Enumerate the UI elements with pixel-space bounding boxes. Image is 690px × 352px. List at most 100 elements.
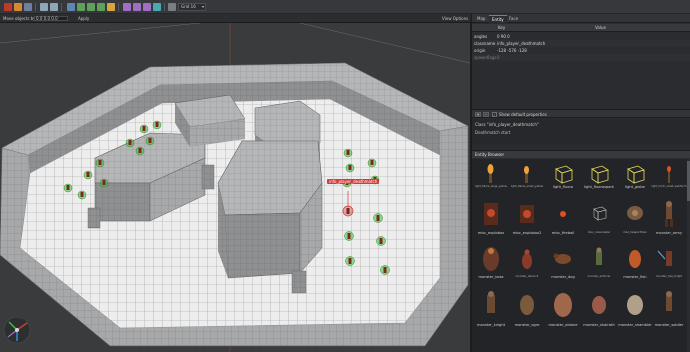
tab-map[interactable]: Map: [474, 15, 488, 23]
shambler-monster-icon: [627, 295, 643, 315]
entity-tile[interactable]: monster_dog: [546, 243, 580, 283]
entity-tile[interactable]: monster_oldone: [546, 287, 580, 331]
hell-knight-monster-icon: [657, 250, 672, 266]
toolbar-divider: [164, 3, 165, 11]
save-icon[interactable]: [24, 3, 32, 11]
entity-tile-label: monster_dog: [551, 275, 575, 279]
entity-tile[interactable]: light_fluorospark: [582, 163, 616, 193]
boss-monster-icon: [483, 247, 499, 271]
knight-monster-icon: [487, 291, 495, 313]
light-box-icon: [591, 165, 609, 184]
noisemaker-icon: [593, 206, 607, 221]
entity-tile-label: light_flame_small_yellow: [510, 185, 544, 188]
edge-icon[interactable]: [133, 3, 141, 11]
entity-tile[interactable]: monster_knight: [474, 287, 508, 331]
new-map-icon[interactable]: [4, 3, 12, 11]
remove-property-button[interactable]: -: [483, 112, 489, 117]
demon-monster-icon: [522, 249, 532, 269]
chevron-down-icon: ▾: [201, 4, 204, 9]
key-column-header[interactable]: Key: [498, 24, 505, 32]
fish-monster-icon: [629, 250, 641, 268]
entity-tile[interactable]: light_flame_small_yellow: [510, 163, 544, 193]
property-value[interactable]: -128 -576 -128: [497, 47, 527, 54]
open-icon[interactable]: [14, 3, 22, 11]
add-property-button[interactable]: +: [475, 112, 481, 117]
property-value[interactable]: 0 90 0: [497, 33, 510, 40]
show-defaults-label: Show default properties: [499, 112, 547, 117]
oldone-monster-icon: [554, 293, 572, 317]
fireball-icon: [560, 211, 566, 217]
face-icon[interactable]: [143, 3, 151, 11]
grid-size-select[interactable]: Grid 16 ▾: [178, 3, 206, 11]
entity-tile[interactable]: monster_shambler: [618, 287, 652, 331]
entity-tile[interactable]: light_flame_large_yellow: [474, 163, 508, 193]
property-key: origin: [474, 48, 486, 53]
entity-tile[interactable]: light_globe: [618, 163, 652, 193]
class-description: Class "info_player_deathmatch": [475, 122, 539, 127]
clip-icon[interactable]: [107, 3, 115, 11]
property-row[interactable]: angles 0 90 0: [472, 33, 690, 40]
view-options-button[interactable]: View Options: [442, 14, 468, 23]
entity-tile[interactable]: misc_teleporttrain: [618, 197, 652, 239]
entity-tile[interactable]: monster_enforcer: [582, 243, 616, 283]
entity-tile[interactable]: monster_hell_knight: [652, 243, 686, 283]
property-table-header: Key Value: [472, 24, 690, 32]
entity-browser[interactable]: light_flame_large_yellow light_flame_sma…: [472, 159, 690, 352]
entity-tile-label: light_torch_small_walltorch: [651, 185, 687, 188]
toolbar-divider: [61, 3, 62, 11]
soldier-monster-icon: [666, 291, 672, 311]
translate-icon[interactable]: [77, 3, 85, 11]
entity-tile[interactable]: monster_fish: [618, 243, 652, 283]
property-row[interactable]: classname info_player_deathmatch: [472, 40, 690, 47]
entity-tile[interactable]: monster_ogre: [510, 287, 544, 331]
entity-browser-title: Entity Browser: [475, 152, 505, 157]
vertex-icon[interactable]: [123, 3, 131, 11]
entity-tile-label: monster_knight: [476, 323, 506, 327]
property-value[interactable]: 0: [497, 54, 500, 61]
tab-entity[interactable]: Entity: [489, 15, 507, 23]
move-objects-bar: Move objects by 0.0 0.0 0.0 Apply View O…: [0, 14, 472, 23]
entity-tile[interactable]: misc_noisemaker: [582, 197, 616, 239]
entity-tile[interactable]: misc_fireball: [546, 197, 580, 239]
entity-tile-label: monster_oldone: [548, 323, 578, 327]
property-row[interactable]: spawnflags 0: [472, 54, 690, 61]
select-icon[interactable]: [67, 3, 75, 11]
undo-icon[interactable]: [40, 3, 48, 11]
3d-viewport[interactable]: info_player_deathmatch: [0, 23, 470, 352]
move-objects-label: Move objects by: [3, 16, 36, 21]
entity-tile-label: monster_soldier: [654, 323, 684, 327]
entity-tile-label: monster_boss: [478, 275, 504, 279]
redo-icon[interactable]: [50, 3, 58, 11]
scale-icon[interactable]: [97, 3, 105, 11]
soldier-monster-icon: [665, 201, 673, 227]
snap-icon[interactable]: [168, 3, 176, 11]
shalrath-monster-icon: [592, 296, 606, 314]
show-defaults-checkbox[interactable]: ✓: [492, 112, 497, 117]
move-objects-input[interactable]: 0.0 0.0 0.0: [34, 16, 68, 21]
entity-tile[interactable]: light_torch_small_walltorch: [651, 163, 687, 193]
main-toolbar: Grid 16 ▾: [0, 0, 690, 14]
entity-tile-label: monster_fish: [623, 275, 647, 279]
entity-tile[interactable]: monster_shalrath: [582, 287, 616, 331]
selected-entity-label: info_player_deathmatch: [327, 179, 380, 184]
entity-description: Class "info_player_deathmatch" Deathmatc…: [472, 119, 690, 145]
property-row[interactable]: origin -128 -576 -128: [472, 47, 690, 54]
entity-tile[interactable]: monster_demon1: [510, 243, 544, 283]
teleport-train-icon: [627, 206, 643, 220]
property-value[interactable]: info_player_deathmatch: [497, 40, 545, 47]
entity-tile[interactable]: misc_explobox2: [510, 197, 544, 239]
property-actions: + - ✓ Show default properties: [472, 109, 690, 118]
property-key: angles: [474, 34, 488, 39]
entity-tile[interactable]: light_fluoro: [546, 163, 580, 193]
light-box-icon: [627, 165, 645, 184]
rotate-icon[interactable]: [87, 3, 95, 11]
value-column-header[interactable]: Value: [595, 24, 606, 32]
entity-tile[interactable]: misc_explobox: [474, 197, 508, 239]
entity-tile[interactable]: monster_soldier: [652, 287, 686, 331]
apply-button[interactable]: Apply: [78, 14, 89, 23]
csg-icon[interactable]: [153, 3, 161, 11]
entity-tile[interactable]: monster_boss: [474, 243, 508, 283]
entity-tile[interactable]: monster_army: [652, 197, 686, 239]
tab-face[interactable]: Face: [506, 15, 521, 23]
entity-tile-label: misc_noisemaker: [587, 231, 611, 234]
